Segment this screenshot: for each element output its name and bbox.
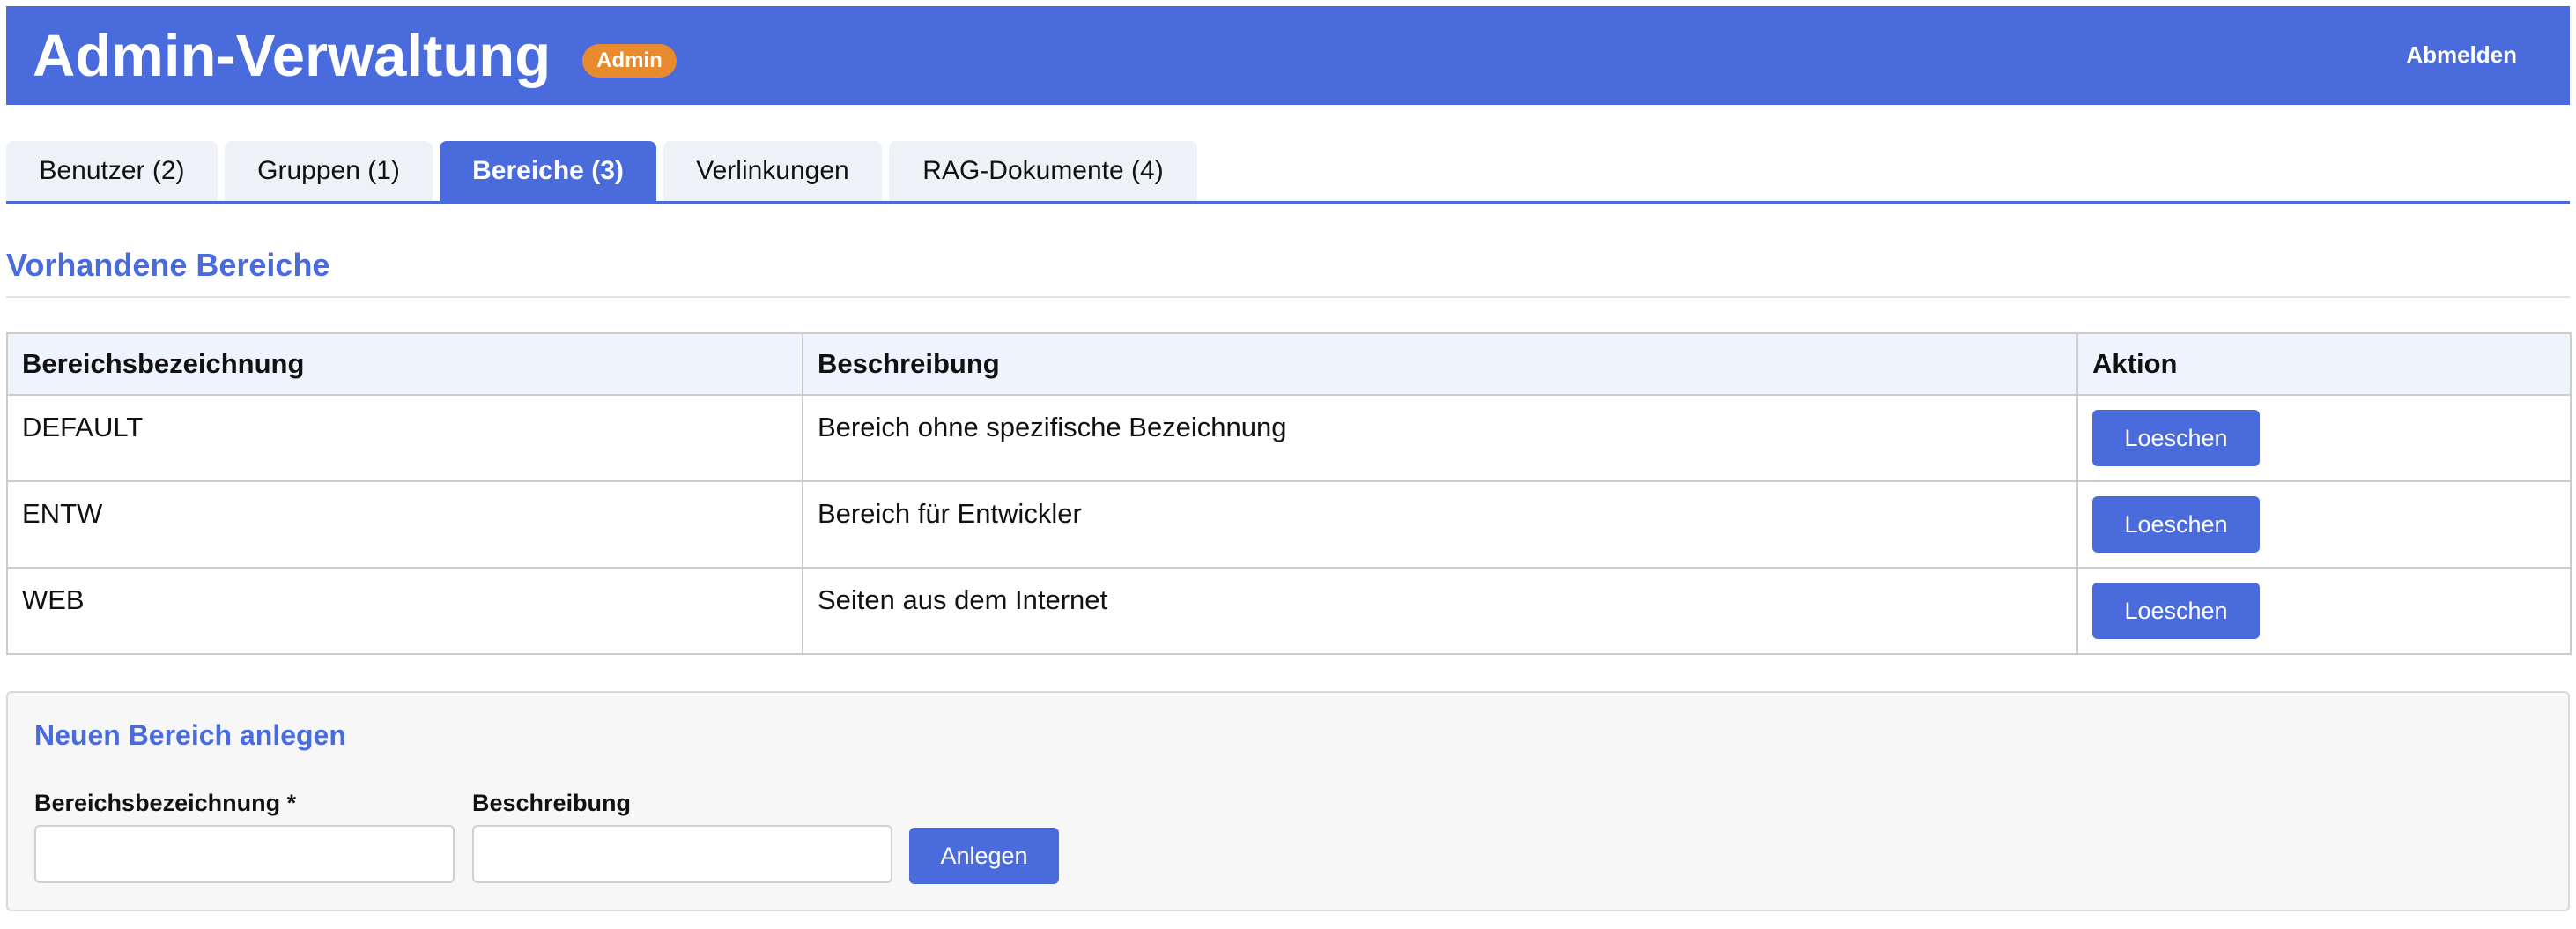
create-area-panel: Neuen Bereich anlegen Bereichsbezeichnun… bbox=[6, 691, 2570, 911]
create-area-title: Neuen Bereich anlegen bbox=[34, 719, 346, 751]
admin-page: Admin-Verwaltung Admin Abmelden Benutzer… bbox=[0, 0, 2576, 929]
tab-benutzer[interactable]: Benutzer (2) bbox=[6, 141, 218, 201]
tab-gruppen[interactable]: Gruppen (1) bbox=[225, 141, 433, 201]
name-field-label: Bereichsbezeichnung * bbox=[34, 790, 297, 816]
role-badge: Admin bbox=[582, 43, 677, 78]
table-row: WEB Seiten aus dem Internet Loeschen bbox=[6, 567, 2572, 655]
table-row: DEFAULT Bereich ohne spezifische Bezeich… bbox=[6, 394, 2572, 482]
table-header-row: Bereichsbezeichnung Beschreibung Aktion bbox=[6, 332, 2572, 396]
area-name: WEB bbox=[6, 567, 803, 655]
area-name: ENTW bbox=[6, 480, 803, 569]
app-title: Admin-Verwaltung bbox=[33, 22, 551, 89]
tab-rag-dokumente[interactable]: RAG-Dokumente (4) bbox=[889, 141, 1197, 201]
tab-bereiche[interactable]: Bereiche (3) bbox=[440, 141, 656, 201]
area-action-cell: Loeschen bbox=[2076, 567, 2572, 655]
section-divider bbox=[6, 296, 2570, 298]
description-field-label: Beschreibung bbox=[472, 790, 632, 816]
create-button[interactable]: Anlegen bbox=[909, 828, 1059, 884]
delete-button[interactable]: Loeschen bbox=[2092, 410, 2260, 466]
tab-bar: Benutzer (2) Gruppen (1) Bereiche (3) Ve… bbox=[6, 141, 2570, 204]
area-name: DEFAULT bbox=[6, 394, 803, 482]
column-header-name: Bereichsbezeichnung bbox=[6, 332, 803, 396]
area-description: Bereich ohne spezifische Bezeichnung bbox=[802, 394, 2078, 482]
delete-button[interactable]: Loeschen bbox=[2092, 583, 2260, 639]
column-header-description: Beschreibung bbox=[802, 332, 2078, 396]
delete-button[interactable]: Loeschen bbox=[2092, 496, 2260, 553]
tab-verlinkungen[interactable]: Verlinkungen bbox=[663, 141, 882, 201]
table-row: ENTW Bereich für Entwickler Loeschen bbox=[6, 480, 2572, 569]
area-description: Seiten aus dem Internet bbox=[802, 567, 2078, 655]
app-header: Admin-Verwaltung Admin Abmelden bbox=[6, 6, 2570, 105]
section-title: Vorhandene Bereiche bbox=[6, 247, 330, 283]
name-input[interactable] bbox=[34, 825, 455, 883]
description-input[interactable] bbox=[472, 825, 892, 883]
area-action-cell: Loeschen bbox=[2076, 394, 2572, 482]
area-description: Bereich für Entwickler bbox=[802, 480, 2078, 569]
column-header-action: Aktion bbox=[2076, 332, 2572, 396]
areas-table: Bereichsbezeichnung Beschreibung Aktion … bbox=[6, 332, 2572, 655]
logout-link[interactable]: Abmelden bbox=[2406, 41, 2517, 69]
area-action-cell: Loeschen bbox=[2076, 480, 2572, 569]
